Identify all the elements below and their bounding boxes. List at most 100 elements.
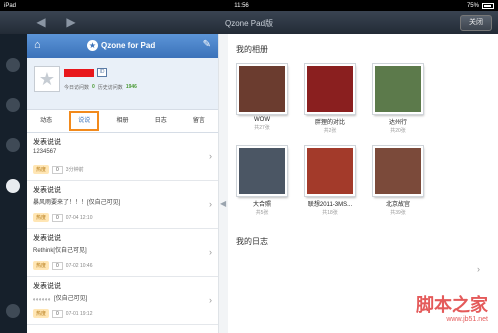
post-item[interactable]: 发表说说 。。。。。。[仅自己可见] 热度 0 07-01 19:12 › xyxy=(27,277,218,325)
post-item[interactable]: 发表说说 Rethink[仅自己可见] 热度 0 07-02 10:46 › xyxy=(27,229,218,277)
album-count: 共5张 xyxy=(255,210,269,216)
profile-card: ★ ID 今日访问数 0 历史访问数 1946 xyxy=(27,58,218,110)
post-meta: 热度 0 3分钟前 xyxy=(33,165,84,174)
post-time: 07-01 19:12 xyxy=(65,310,93,317)
album-card[interactable]: 达州行 共20张 xyxy=(368,64,428,134)
panel-splitter[interactable]: ◀ xyxy=(218,34,228,333)
chevron-right-icon: › xyxy=(209,199,212,209)
status-bar: iPad 11:56 75% xyxy=(0,0,498,11)
clock: 11:56 xyxy=(234,2,249,9)
close-button[interactable]: 关闭 xyxy=(460,15,492,31)
album-thumbnail xyxy=(373,146,423,196)
post-meta: 热度 0 07-04 12:10 xyxy=(33,213,93,222)
chevron-right-icon: › xyxy=(209,247,212,257)
battery-icon xyxy=(481,2,494,9)
diary-heading: 我的日志 xyxy=(236,237,268,246)
heat-label: 热度 xyxy=(33,165,50,174)
heat-count: 0 xyxy=(52,213,63,222)
apps-nav-icon[interactable] xyxy=(6,304,20,318)
album-card[interactable]: WOW 共27张 xyxy=(232,64,292,131)
content-panel: 我的相册 WOW 共27张 胖狸的对比 共2张 达州行 共20张 大合照 共5张… xyxy=(228,34,498,333)
history-visits-value: 1946 xyxy=(125,84,137,90)
settings-gear-icon[interactable] xyxy=(6,179,20,193)
feed-panel: ⌂ ★ Qzone for Pad ✎ ★ ID 今日访问数 0 历史访问数 1… xyxy=(27,34,218,333)
album-name: 北京故宫 xyxy=(385,202,410,208)
collapse-arrow-icon[interactable]: ◀ xyxy=(220,199,226,208)
star-logo-icon: ★ xyxy=(87,40,98,51)
compose-icon[interactable]: ✎ xyxy=(203,39,211,50)
album-name: 联想2011-3MS... xyxy=(307,202,353,208)
home-icon[interactable]: ⌂ xyxy=(34,39,41,51)
heat-label: 热度 xyxy=(33,213,50,222)
device-label: iPad xyxy=(4,2,17,9)
tab-diary[interactable]: 日志 xyxy=(142,110,180,132)
chevron-right-icon: › xyxy=(209,295,212,305)
album-card[interactable]: 联想2011-3MS... 共18张 xyxy=(300,146,360,216)
post-title: 发表说说 xyxy=(33,235,61,242)
album-name: WOW xyxy=(254,117,270,123)
heat-label: 热度 xyxy=(33,261,50,270)
side-rail xyxy=(0,34,27,333)
album-count: 共18张 xyxy=(322,210,338,216)
album-count: 共20张 xyxy=(390,128,406,134)
heat-count: 0 xyxy=(52,309,63,318)
brand: ★ Qzone for Pad xyxy=(87,40,155,51)
heat-count: 0 xyxy=(52,165,63,174)
post-item[interactable]: 发表说说 暴风雨要来了！！！[仅自己可见] 热度 0 07-04 12:10 › xyxy=(27,181,218,229)
post-item[interactable]: 发表说说 1234567 热度 0 3分钟前 › xyxy=(27,133,218,181)
window-title: Qzone Pad版 xyxy=(224,19,274,28)
user-name-redacted xyxy=(64,69,94,77)
album-card[interactable]: 北京故宫 共39张 xyxy=(368,146,428,216)
album-card[interactable]: 大合照 共5张 xyxy=(232,146,292,216)
feed-header: ⌂ ★ Qzone for Pad ✎ xyxy=(27,34,218,58)
post-time: 07-04 12:10 xyxy=(65,214,93,221)
status-right: 75% xyxy=(466,2,494,9)
id-card-icon[interactable]: ID xyxy=(97,68,107,77)
album-thumbnail xyxy=(237,146,287,196)
feed-tabs: 动态 说说 相册 日志 留言 xyxy=(27,110,218,133)
today-visits-value: 0 xyxy=(92,84,95,90)
post-time: 07-02 10:46 xyxy=(65,262,93,269)
friends-nav-icon[interactable] xyxy=(6,98,20,112)
album-thumbnail xyxy=(305,146,355,196)
visit-stats: 今日访问数 0 历史访问数 1946 xyxy=(64,84,137,91)
album-thumbnail xyxy=(305,64,355,114)
album-card[interactable]: 胖狸的对比 共2张 xyxy=(300,64,360,134)
albums-heading: 我的相册 xyxy=(236,45,268,54)
today-visits-label: 今日访问数 xyxy=(64,85,90,91)
post-text: 暴风雨要来了！！！[仅自己可见] xyxy=(33,200,121,206)
album-count: 共27张 xyxy=(254,125,270,131)
history-visits-label: 历史访问数 xyxy=(97,85,123,91)
album-name: 达州行 xyxy=(388,120,407,126)
post-meta: 热度 0 07-01 19:12 xyxy=(33,309,93,318)
tab-shuoshuo[interactable]: 说说 xyxy=(65,110,103,132)
battery-percent: 75% xyxy=(466,2,479,9)
profile-nav-icon[interactable] xyxy=(6,138,20,152)
post-text: 1234567 xyxy=(33,149,57,155)
post-text: 。。。。。。[仅自己可见] xyxy=(33,296,88,302)
heat-label: 热度 xyxy=(33,309,50,318)
album-count: 共2张 xyxy=(323,128,337,134)
album-thumbnail xyxy=(237,64,287,114)
tab-feed[interactable]: 动态 xyxy=(27,110,65,132)
tab-messages[interactable]: 留言 xyxy=(180,110,218,132)
post-text: Rethink[仅自己可见] xyxy=(33,248,87,254)
post-meta: 热度 0 07-02 10:46 xyxy=(33,261,93,270)
post-time: 3分钟前 xyxy=(65,167,84,173)
album-name: 大合照 xyxy=(252,202,271,208)
post-title: 发表说说 xyxy=(33,139,61,146)
watermark-text: 脚本之家 xyxy=(416,295,488,315)
album-count: 共39张 xyxy=(390,210,406,216)
chevron-right-icon: › xyxy=(209,151,212,161)
chevron-right-icon[interactable]: › xyxy=(477,264,480,274)
feed-nav-icon[interactable] xyxy=(6,58,20,72)
tab-albums[interactable]: 相册 xyxy=(103,110,141,132)
brand-name: Qzone for Pad xyxy=(101,41,156,50)
avatar[interactable]: ★ xyxy=(34,66,60,92)
app-title-bar: ◀ ▶ Qzone Pad版 关闭 xyxy=(0,11,498,34)
album-thumbnail xyxy=(373,64,423,114)
watermark-url: www.jb51.net xyxy=(446,316,488,323)
post-title: 发表说说 xyxy=(33,283,61,290)
heat-count: 0 xyxy=(52,261,63,270)
post-title: 发表说说 xyxy=(33,187,61,194)
